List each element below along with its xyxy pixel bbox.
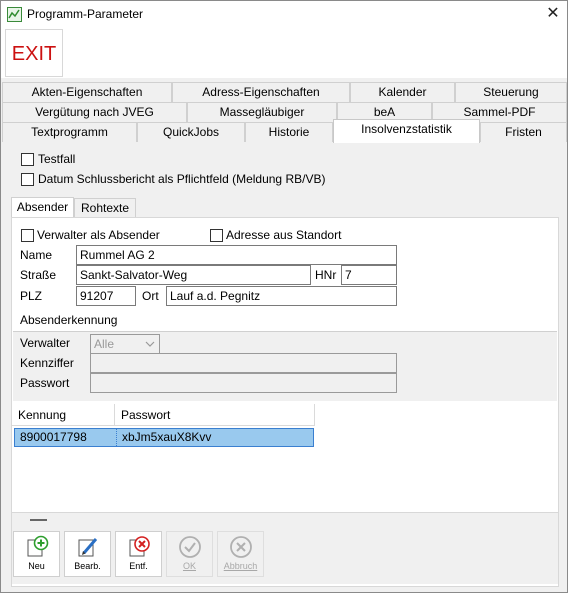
schlussbericht-label: Datum Schlussbericht als Pflichtfeld (Me… (38, 172, 326, 186)
adresse-aus-standort-checkbox[interactable] (210, 229, 223, 242)
top-toolbar: EXIT (1, 28, 567, 78)
tab-row-1: Akten-Eigenschaften Adress-Eigenschaften… (2, 82, 568, 102)
verwalter-als-absender-label: Verwalter als Absender (37, 228, 160, 242)
grid-header-passwort[interactable]: Passwort (115, 404, 315, 426)
strasse-label: Straße (20, 268, 57, 282)
checkmark-icon (178, 535, 202, 559)
schlussbericht-checkbox[interactable] (21, 173, 34, 186)
tab-historie[interactable]: Historie (245, 122, 333, 142)
grid-cell-passwort: xbJm5xauX8Kvv (116, 429, 312, 446)
testfall-checkbox[interactable] (21, 153, 34, 166)
tab-akten-eigenschaften[interactable]: Akten-Eigenschaften (2, 82, 172, 102)
strasse-input[interactable]: Sankt-Salvator-Weg (76, 265, 311, 285)
tab-kalender[interactable]: Kalender (350, 82, 455, 102)
abbruch-button[interactable]: Abbruch (217, 531, 264, 577)
kennziffer-label: Kennziffer (20, 356, 74, 370)
close-icon[interactable]: ✕ (539, 3, 567, 25)
ort-label: Ort (142, 289, 159, 303)
edit-pencil-icon (76, 535, 100, 559)
subtab-rohtexte[interactable]: Rohtexte (74, 198, 136, 218)
tab-textprogramm[interactable]: Textprogramm (2, 122, 137, 142)
kennung-grid: Kennung Passwort 8900017798 xbJm5xauX8Kv… (12, 404, 558, 512)
tab-insolvenzstatistik[interactable]: Insolvenzstatistik (333, 119, 480, 143)
bearb-button[interactable]: Bearb. (64, 531, 111, 577)
program-parameter-window: Programm-Parameter ✕ EXIT Akten-Eigensch… (0, 0, 568, 593)
title-bar: Programm-Parameter ✕ (1, 1, 567, 28)
hnr-input[interactable]: 7 (341, 265, 397, 285)
passwort-input[interactable] (90, 373, 397, 393)
name-label: Name (20, 248, 53, 262)
plz-label: PLZ (20, 289, 43, 303)
tab-fristen[interactable]: Fristen (480, 122, 567, 142)
ok-button-label: OK (182, 561, 196, 571)
grid-header-kennung[interactable]: Kennung (12, 404, 115, 426)
kennziffer-input[interactable] (90, 353, 397, 373)
entf-button-label: Entf. (129, 561, 148, 571)
splitter-grip-icon (30, 519, 47, 521)
tab-adress-eigenschaften[interactable]: Adress-Eigenschaften (172, 82, 350, 102)
tab-row-3: Textprogramm QuickJobs Historie Insolven… (2, 119, 568, 143)
adresse-aus-standort-label: Adresse aus Standort (226, 228, 342, 242)
ok-button[interactable]: OK (166, 531, 213, 577)
tab-massglaeubiger[interactable]: Massegläubiger (187, 102, 337, 122)
entf-button[interactable]: Entf. (115, 531, 162, 577)
grid-cell-kennung: 8900017798 (20, 430, 87, 444)
testfall-label: Testfall (38, 152, 76, 166)
absenderkennung-heading: Absenderkennung (20, 313, 118, 327)
tab-verguetung-jveg[interactable]: Vergütung nach JVEG (2, 102, 187, 122)
app-icon (7, 7, 22, 22)
splitter-bar[interactable] (12, 512, 558, 528)
abbruch-button-label: Abbruch (223, 561, 258, 571)
name-input[interactable]: Rummel AG 2 (76, 245, 397, 265)
tab-quickjobs[interactable]: QuickJobs (137, 122, 245, 142)
verwalter-select-value: Alle (94, 337, 115, 351)
chevron-down-icon (145, 335, 155, 353)
verwalter-select[interactable]: Alle (90, 334, 160, 354)
subtab-absender[interactable]: Absender (11, 197, 74, 217)
add-icon (25, 535, 49, 559)
passwort-label: Passwort (20, 376, 70, 390)
ort-input[interactable]: Lauf a.d. Pegnitz (166, 286, 397, 306)
verwalter-label: Verwalter (20, 336, 71, 350)
window-title: Programm-Parameter (27, 7, 144, 21)
plz-input[interactable]: 91207 (76, 286, 136, 306)
neu-button-label: Neu (28, 561, 45, 571)
bearb-button-label: Bearb. (74, 561, 101, 571)
verwalter-als-absender-checkbox[interactable] (21, 229, 34, 242)
delete-icon (127, 535, 151, 559)
exit-button[interactable]: EXIT (5, 29, 63, 77)
cancel-icon (229, 535, 253, 559)
neu-button[interactable]: Neu (13, 531, 60, 577)
table-row[interactable]: 8900017798 xbJm5xauX8Kvv (14, 428, 314, 447)
hnr-label: HNr (315, 268, 337, 282)
tab-steuerung[interactable]: Steuerung (455, 82, 567, 102)
tab-row-2: Vergütung nach JVEG Massegläubiger beA S… (2, 102, 568, 122)
